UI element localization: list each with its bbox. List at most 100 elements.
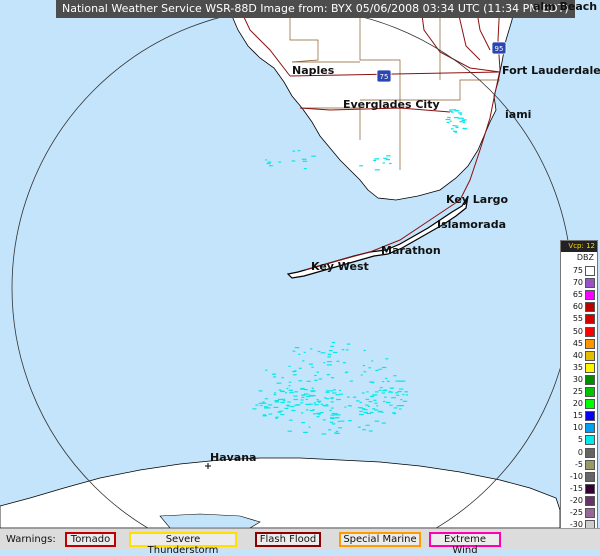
radar-echo bbox=[342, 362, 346, 364]
legend-row-swatch bbox=[585, 423, 595, 434]
legend-row-swatch bbox=[585, 374, 595, 385]
radar-echo bbox=[357, 426, 361, 428]
radar-echo bbox=[332, 392, 337, 394]
radar-echo bbox=[462, 128, 468, 130]
legend-row-swatch bbox=[585, 302, 595, 313]
radar-echo bbox=[369, 381, 374, 383]
radar-echo bbox=[298, 380, 303, 382]
radar-echo bbox=[396, 405, 402, 407]
radar-echo bbox=[317, 412, 322, 414]
legend-row-swatch bbox=[585, 266, 595, 276]
radar-echo bbox=[288, 385, 291, 387]
legend-row-label: 0 bbox=[577, 447, 583, 457]
radar-echo bbox=[294, 370, 297, 372]
radar-echo bbox=[267, 404, 273, 406]
radar-echo bbox=[329, 350, 333, 352]
legend-row-label: -5 bbox=[575, 459, 583, 469]
radar-echo bbox=[264, 398, 269, 400]
radar-echo bbox=[359, 165, 363, 167]
map-canvas: 75 95 bbox=[0, 0, 600, 550]
legend-row-label: 15 bbox=[572, 411, 583, 421]
radar-echo bbox=[375, 369, 379, 371]
radar-echo bbox=[335, 394, 340, 396]
radar-echo bbox=[280, 390, 284, 392]
radar-echo bbox=[335, 417, 339, 419]
radar-echo bbox=[347, 405, 351, 407]
warning-extreme-wind[interactable]: Extreme Wind bbox=[429, 532, 501, 556]
warnings-bar: Warnings: Tornado Severe Thunderstorm Fl… bbox=[0, 528, 600, 556]
svg-text:75: 75 bbox=[380, 73, 389, 81]
radar-echo bbox=[333, 389, 336, 391]
radar-echo bbox=[298, 367, 302, 369]
radar-echo bbox=[400, 399, 403, 401]
radar-echo bbox=[269, 165, 273, 167]
radar-echo bbox=[360, 374, 363, 376]
warning-tornado[interactable]: Tornado bbox=[65, 532, 116, 547]
legend-row-label: 35 bbox=[572, 362, 583, 372]
legend-row-swatch bbox=[585, 278, 595, 289]
radar-echo bbox=[356, 400, 360, 402]
legend-row-swatch bbox=[585, 314, 595, 325]
radar-echo bbox=[275, 400, 278, 403]
radar-echo bbox=[311, 155, 316, 157]
radar-echo bbox=[378, 389, 382, 391]
city-label-everglades-city: Everglades City bbox=[343, 98, 440, 111]
radar-echo bbox=[458, 117, 463, 119]
radar-echo bbox=[311, 366, 314, 368]
legend-row-label: 60 bbox=[572, 302, 583, 312]
radar-echo bbox=[268, 413, 273, 415]
warning-special-marine[interactable]: Special Marine bbox=[339, 532, 421, 547]
radar-echo bbox=[266, 162, 271, 165]
radar-echo bbox=[363, 411, 368, 414]
legend-row-swatch bbox=[585, 387, 595, 397]
radar-echo bbox=[300, 387, 305, 390]
radar-echo bbox=[287, 405, 290, 407]
legend-mode-label: Vcp: 12 bbox=[561, 241, 597, 252]
radar-echo bbox=[290, 405, 295, 408]
radar-echo bbox=[361, 408, 366, 410]
radar-echo bbox=[303, 351, 306, 353]
warning-flash-flood[interactable]: Flash Flood bbox=[255, 532, 321, 547]
radar-echo bbox=[372, 408, 376, 410]
radar-echo bbox=[313, 402, 317, 404]
radar-echo bbox=[292, 350, 296, 352]
radar-echo bbox=[455, 126, 459, 129]
radar-echo bbox=[379, 387, 383, 389]
radar-echo bbox=[385, 159, 390, 161]
radar-echo bbox=[353, 396, 357, 398]
legend-row: 65 bbox=[561, 289, 597, 301]
radar-echo bbox=[280, 401, 285, 404]
legend-row-label: 50 bbox=[572, 326, 583, 336]
radar-echo bbox=[365, 404, 369, 406]
i95-shield: 95 bbox=[491, 41, 507, 55]
legend-row-label: 10 bbox=[572, 423, 583, 433]
radar-echo bbox=[265, 369, 268, 371]
radar-echo bbox=[289, 419, 293, 421]
radar-echo bbox=[377, 411, 382, 413]
radar-echo bbox=[281, 398, 286, 400]
radar-echo bbox=[461, 119, 467, 121]
legend-row: -20 bbox=[561, 495, 597, 507]
legend-row-label: -20 bbox=[569, 495, 583, 505]
warning-severe-thunderstorm[interactable]: Severe Thunderstorm bbox=[129, 532, 237, 556]
radar-echo bbox=[255, 404, 259, 406]
radar-echo bbox=[265, 159, 268, 161]
product-title: National Weather Service WSR-88D Image f… bbox=[56, 0, 575, 18]
legend-row: 70 bbox=[561, 277, 597, 289]
radar-echo bbox=[393, 407, 398, 409]
radar-echo bbox=[344, 406, 347, 408]
radar-echo bbox=[301, 422, 305, 424]
radar-echo bbox=[291, 409, 296, 412]
city-label-marathon: Marathon bbox=[381, 244, 441, 257]
radar-echo bbox=[316, 399, 319, 401]
radar-echo bbox=[388, 391, 394, 393]
radar-echo bbox=[301, 396, 305, 398]
radar-echo bbox=[399, 388, 404, 390]
city-label-miami: iami bbox=[505, 108, 532, 121]
radar-echo bbox=[312, 409, 315, 411]
radar-echo bbox=[288, 389, 293, 391]
radar-echo bbox=[368, 401, 373, 403]
radar-echo bbox=[305, 409, 309, 411]
legend-row: -5 bbox=[561, 459, 597, 471]
legend-row-swatch bbox=[585, 435, 595, 446]
